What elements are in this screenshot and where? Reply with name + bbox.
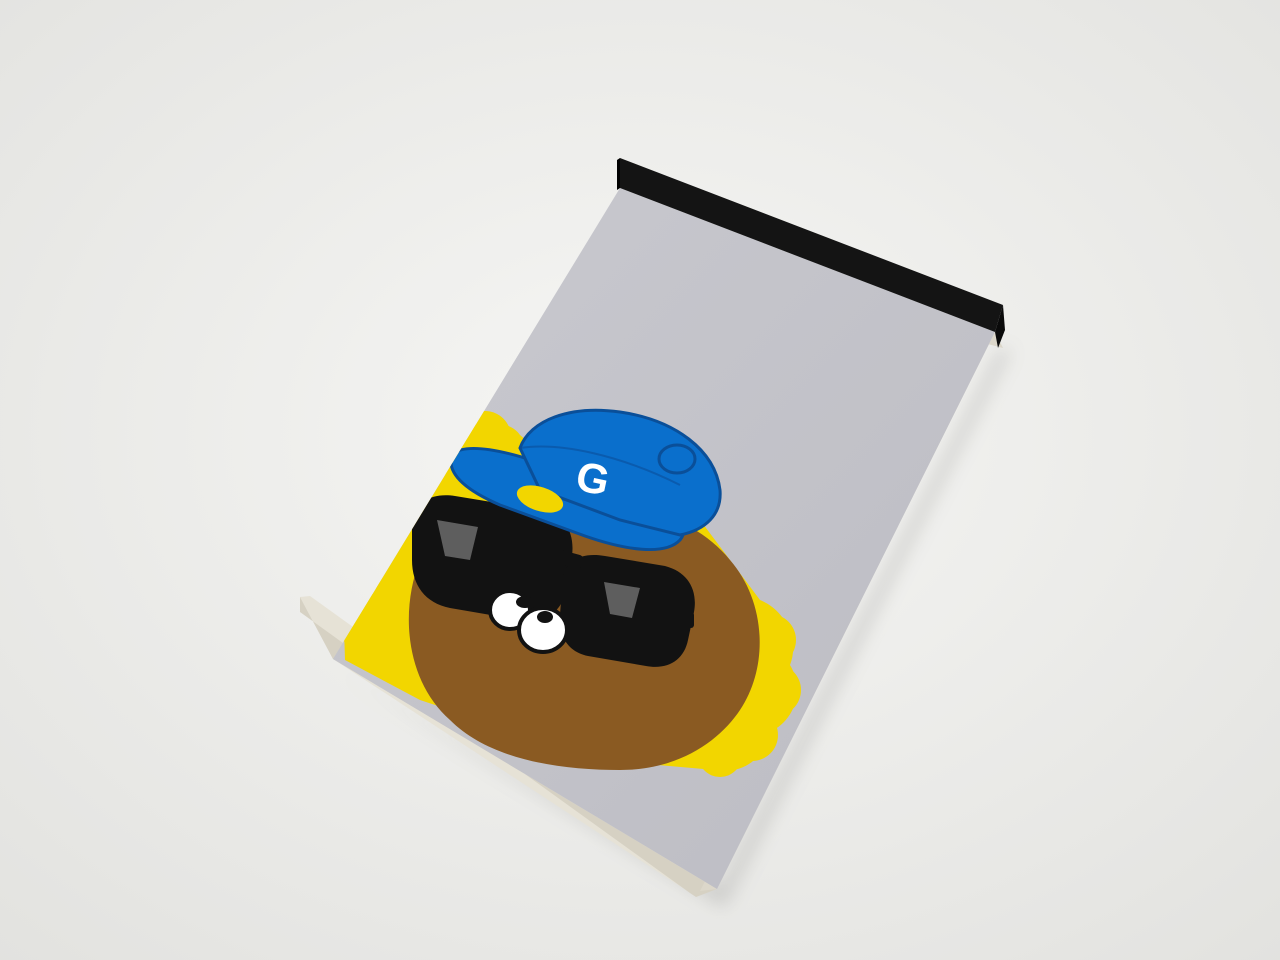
product-photo: G <box>0 0 1280 960</box>
binding-strip-edge <box>617 158 620 190</box>
